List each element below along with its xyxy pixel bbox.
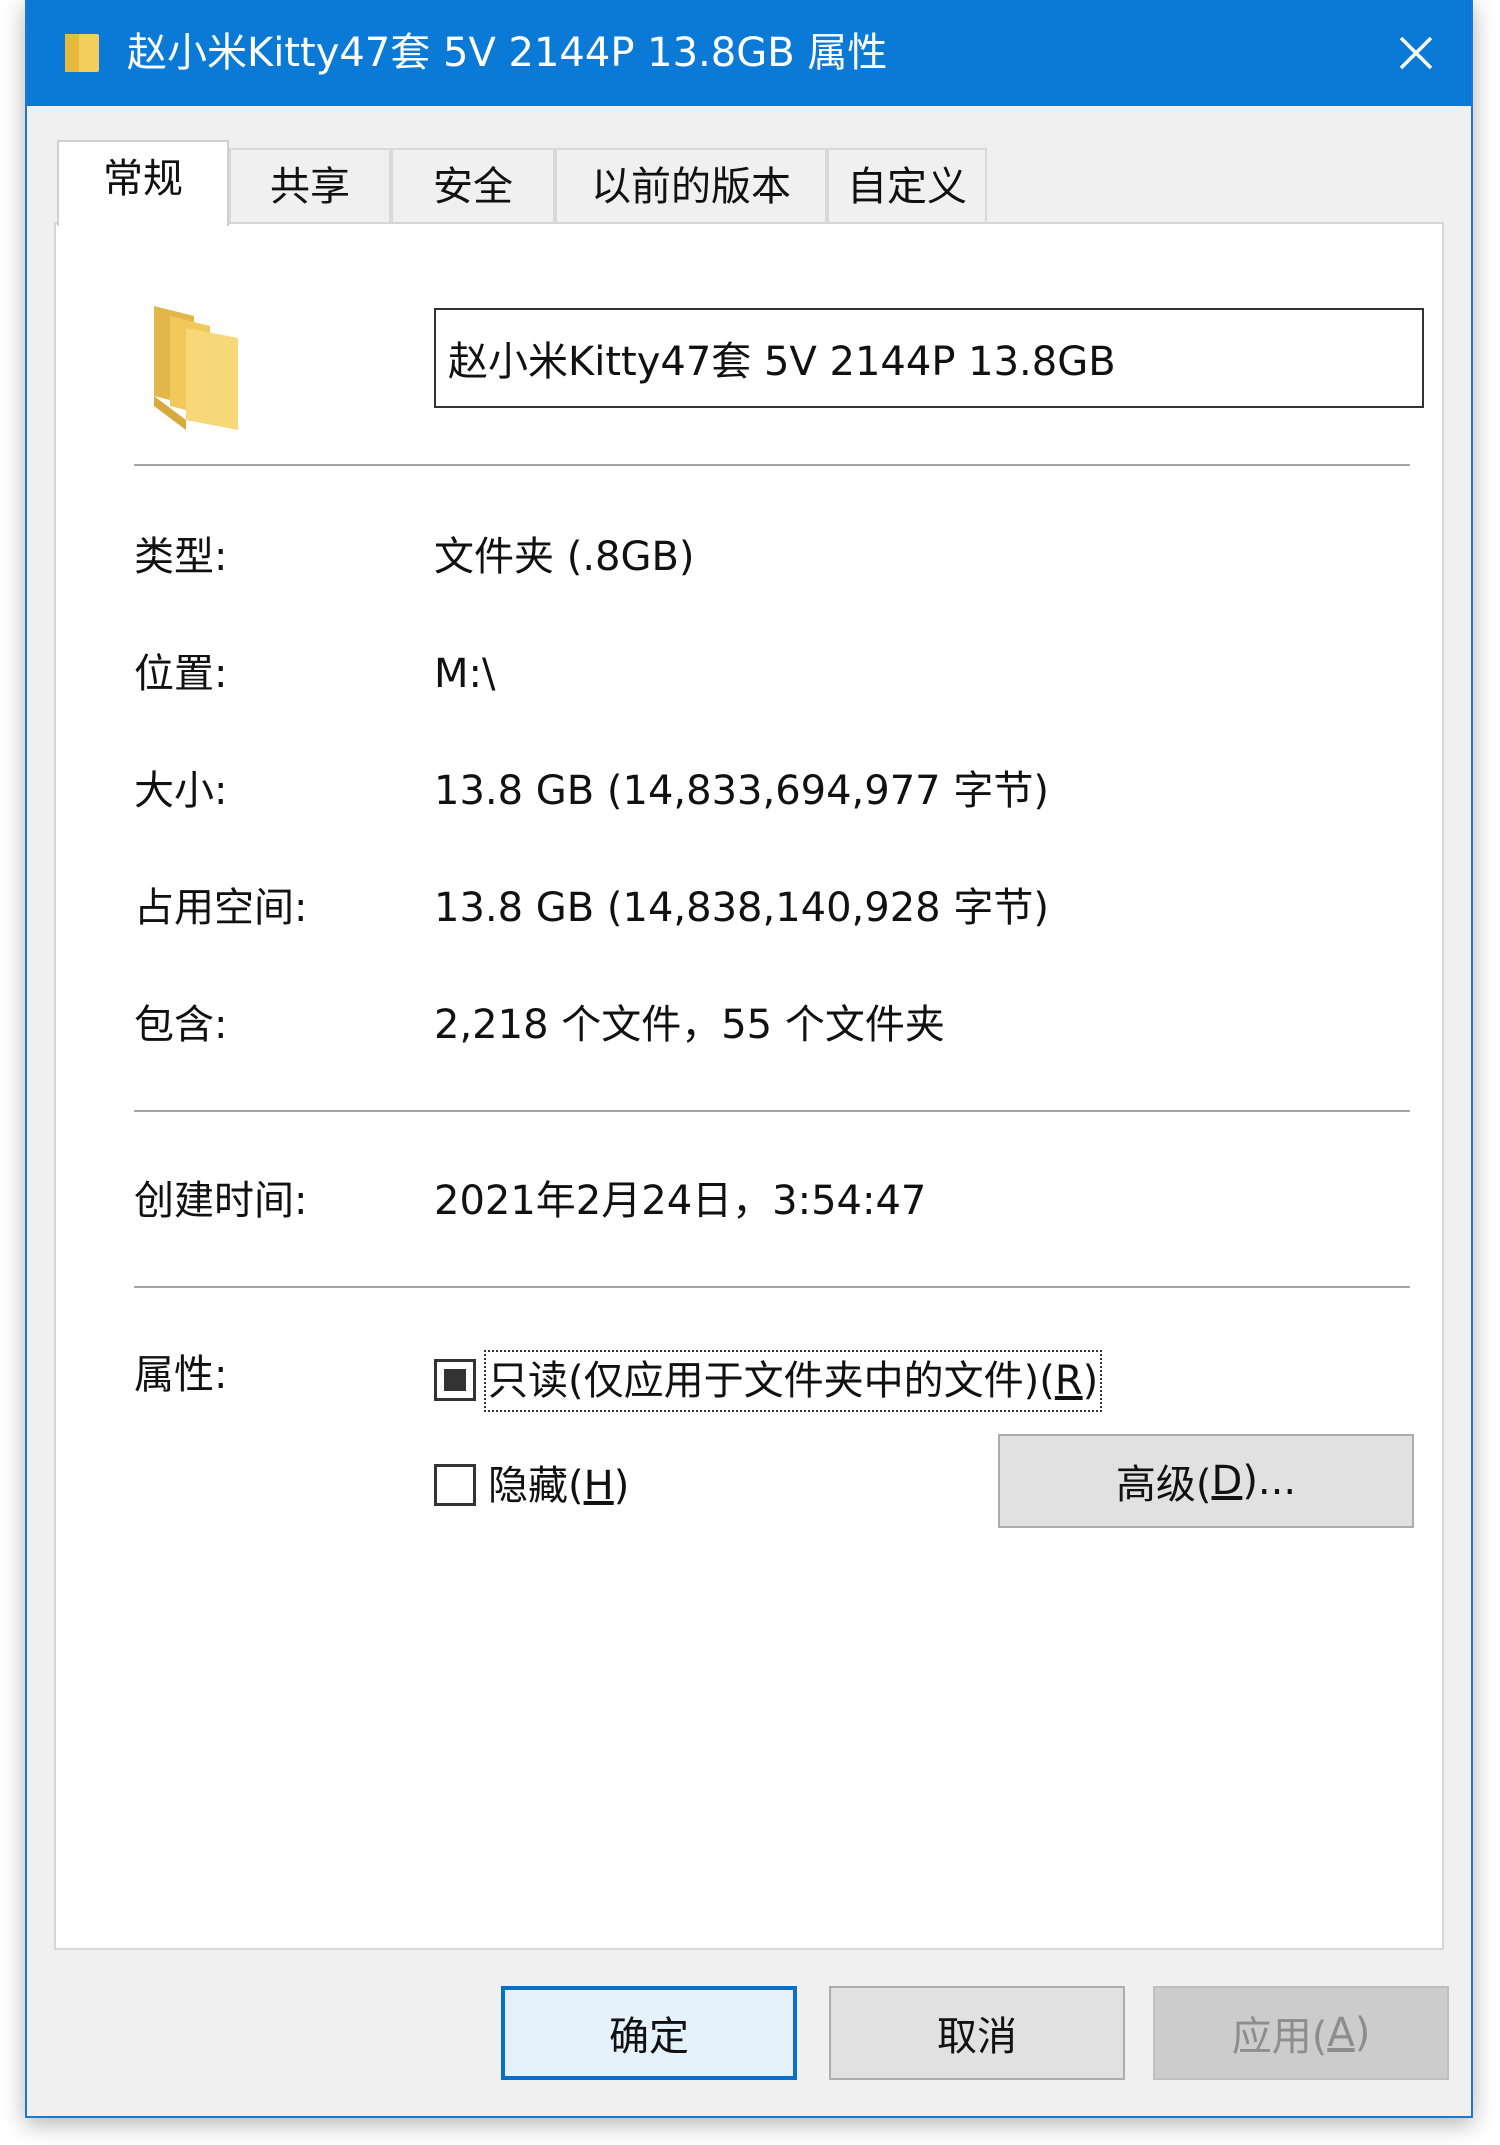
tab-sharing-label: 共享 [270, 164, 350, 210]
attributes-label: 属性: [134, 1352, 228, 1398]
divider [134, 464, 1410, 466]
properties-dialog: 赵小米Kitty47套 5V 2144P 13.8GB 属性 常规 共享 安全 … [25, 0, 1473, 2118]
size-on-disk-value: 13.8 GB (14,838,140,928 字节) [434, 885, 1049, 931]
type-value: 文件夹 (.8GB) [434, 534, 695, 580]
window-title: 赵小米Kitty47套 5V 2144P 13.8GB 属性 [127, 30, 888, 76]
apply-label-close: ) [1354, 2010, 1371, 2056]
tab-security[interactable]: 安全 [391, 148, 555, 222]
size-on-disk-label: 占用空间: [134, 885, 308, 931]
hidden-label[interactable]: 隐藏(H) [488, 1459, 629, 1513]
divider [134, 1286, 1410, 1288]
created-label: 创建时间: [134, 1178, 308, 1224]
cancel-label: 取消 [937, 2014, 1017, 2060]
readonly-label-close: ) [1082, 1358, 1099, 1404]
readonly-label-text: 只读(仅应用于文件夹中的文件)( [488, 1358, 1055, 1404]
tab-general-label: 常规 [103, 156, 183, 202]
close-icon [1399, 36, 1433, 70]
hidden-checkbox[interactable] [434, 1464, 476, 1506]
tab-customize-label: 自定义 [847, 164, 967, 210]
contains-value: 2,218 个文件，55 个文件夹 [434, 1002, 945, 1048]
ok-button[interactable]: 确定 [501, 1986, 797, 2080]
apply-label-text: 应用( [1231, 2014, 1328, 2060]
tab-security-label: 安全 [433, 164, 513, 210]
tab-sharing[interactable]: 共享 [229, 148, 391, 222]
type-label: 类型: [134, 534, 228, 580]
advanced-label-close: )... [1242, 1458, 1297, 1504]
advanced-button[interactable]: 高级(D)... [998, 1434, 1414, 1528]
apply-access-key: A [1327, 2010, 1355, 2056]
hidden-access-key: H [583, 1463, 614, 1509]
location-value: M:\ [434, 651, 496, 697]
created-value: 2021年2月24日，3:54:47 [434, 1178, 927, 1224]
location-label: 位置: [134, 651, 228, 697]
close-button[interactable] [1361, 0, 1471, 106]
tab-customize[interactable]: 自定义 [827, 148, 987, 222]
tab-previous-versions[interactable]: 以前的版本 [555, 148, 827, 222]
tab-previous-versions-label: 以前的版本 [591, 164, 791, 210]
cancel-button[interactable]: 取消 [829, 1986, 1125, 2080]
folder-icon [154, 306, 238, 430]
general-panel: 类型: 文件夹 (.8GB) 位置: M:\ 大小: 13.8 GB (14,8… [54, 222, 1444, 1950]
title-bar: 赵小米Kitty47套 5V 2144P 13.8GB 属性 [27, 0, 1471, 106]
hidden-label-text: 隐藏( [488, 1463, 584, 1509]
contains-label: 包含: [134, 1002, 228, 1048]
readonly-label[interactable]: 只读(仅应用于文件夹中的文件)(R) [483, 1350, 1103, 1412]
tab-general[interactable]: 常规 [57, 140, 229, 226]
advanced-access-key: D [1211, 1458, 1243, 1504]
readonly-checkbox[interactable] [434, 1359, 476, 1401]
apply-button[interactable]: 应用(A) [1153, 1986, 1449, 2080]
folder-name-input[interactable] [434, 308, 1424, 408]
divider [134, 1110, 1410, 1112]
hidden-label-close: ) [613, 1463, 630, 1509]
size-value: 13.8 GB (14,833,694,977 字节) [434, 768, 1049, 814]
size-label: 大小: [134, 768, 228, 814]
folder-icon [65, 34, 99, 72]
indeterminate-mark [444, 1369, 466, 1391]
ok-label: 确定 [609, 2014, 689, 2060]
readonly-access-key: R [1054, 1358, 1083, 1404]
advanced-label-text: 高级( [1115, 1462, 1212, 1508]
